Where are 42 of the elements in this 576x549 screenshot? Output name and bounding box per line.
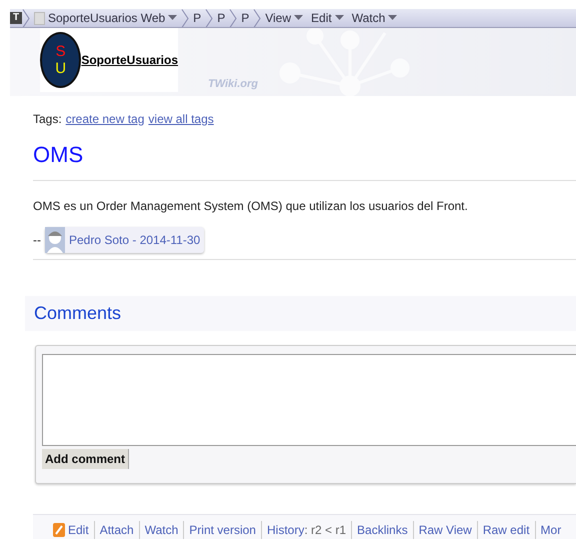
action-link[interactable]: Raw edit (476, 521, 530, 540)
action-link[interactable]: Edit (68, 521, 89, 540)
comment-field[interactable] (42, 354, 576, 446)
logo-icon: S U (40, 32, 82, 88)
menu-button[interactable]: View (261, 9, 308, 27)
breadcrumb-link[interactable]: P (213, 9, 230, 27)
action-link[interactable]: Print version (183, 521, 256, 540)
menu-button[interactable]: Edit (307, 9, 348, 27)
site-link[interactable]: SoporteUsuarios (81, 51, 178, 69)
breadcrumb-link[interactable]: P (237, 9, 254, 27)
caret-icon (334, 15, 344, 21)
action-link[interactable]: Mor (534, 521, 562, 540)
tag-link[interactable]: view all tags (148, 110, 214, 128)
dash-text: -- (33, 232, 41, 250)
menu-button[interactable]: Watch (348, 9, 402, 27)
breadcrumb-link[interactable]: P (189, 9, 206, 27)
chevron-icon (205, 9, 214, 27)
add-comment-button[interactable]: Add comment (42, 449, 130, 470)
chevron-icon (181, 9, 190, 27)
comments-heading: Comments (25, 296, 576, 332)
chevron-icon (253, 9, 262, 27)
avatar-icon (45, 227, 65, 254)
tags-label: Tags: (33, 111, 62, 128)
twiki-logo-icon[interactable]: T (10, 12, 22, 24)
watermark-text: TWiki.org (208, 76, 258, 92)
topic-text: OMS es un Order Management System (OMS) que utilizan los usuarios del Front. (33, 198, 469, 216)
caret-icon (168, 15, 178, 21)
caret-icon (388, 15, 398, 21)
history-link[interactable]: History (260, 521, 304, 540)
page-icon (34, 12, 45, 24)
author-link[interactable]: Pedro Soto - 2014-11-30 (45, 227, 204, 254)
topic-title: OMS (33, 142, 84, 168)
action-link[interactable]: Raw View (412, 521, 472, 540)
action-link[interactable]: Watch (138, 521, 178, 540)
tag-link[interactable]: create new tag (66, 110, 144, 128)
action-link[interactable]: Attach (94, 521, 134, 540)
caret-icon (294, 15, 304, 21)
chevron-icon (22, 9, 30, 27)
web-menu[interactable]: SoporteUsuarios Web (30, 9, 182, 27)
action-link[interactable]: Backlinks (351, 521, 408, 540)
revision-text: : r2 < r1 (304, 522, 346, 540)
chevron-icon (229, 9, 238, 27)
